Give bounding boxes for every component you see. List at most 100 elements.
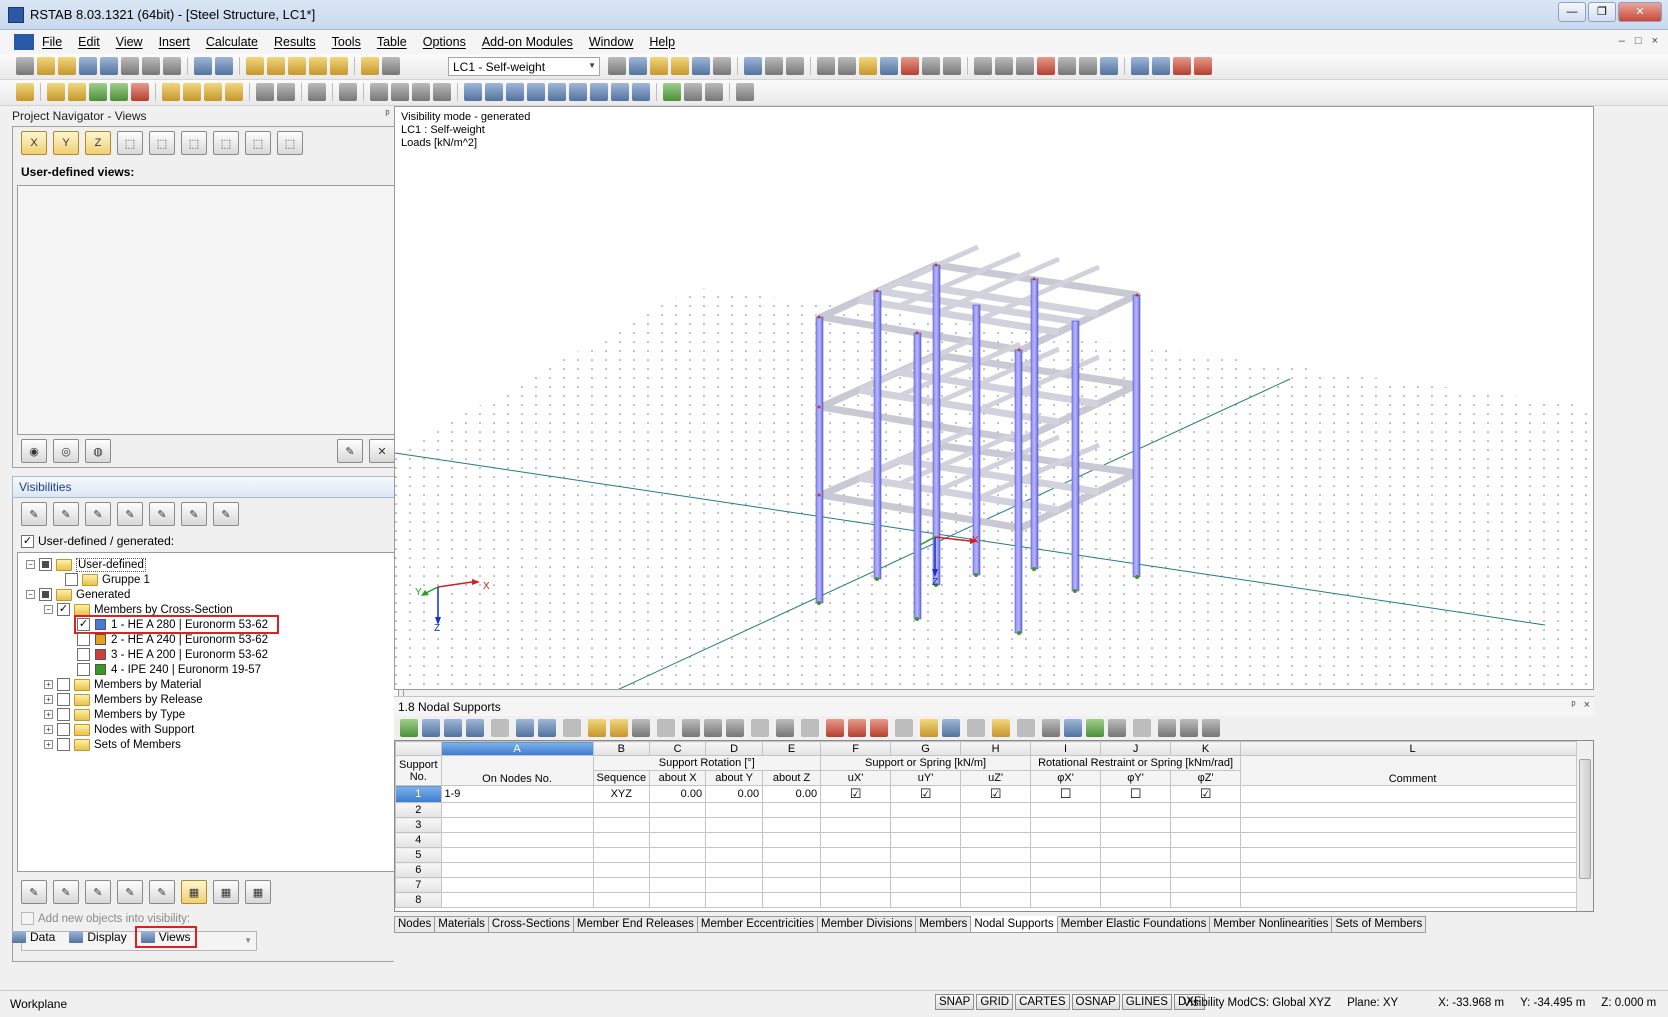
visibility-action-4-icon[interactable]: ✎: [117, 880, 143, 904]
collapse-icon[interactable]: −: [26, 590, 35, 599]
row-number[interactable]: 2: [396, 803, 442, 818]
table-split-icon[interactable]: [870, 719, 888, 737]
table-cell[interactable]: [891, 878, 961, 893]
tree-checkbox[interactable]: ✓: [57, 603, 70, 616]
visibility-action-5-icon[interactable]: ✎: [149, 880, 175, 904]
tree-checkbox[interactable]: [57, 678, 70, 691]
view-iso-3-icon[interactable]: ⬚: [181, 131, 207, 155]
expand-icon[interactable]: +: [44, 725, 53, 734]
table-refresh-icon[interactable]: [632, 719, 650, 737]
table-cell[interactable]: [821, 803, 891, 818]
sheet-tab-nodes[interactable]: Nodes: [394, 916, 435, 933]
table-insert-row-icon[interactable]: [422, 719, 440, 737]
document-icon[interactable]: [14, 34, 34, 50]
table-cell[interactable]: [1241, 893, 1585, 908]
table-cell[interactable]: [763, 848, 821, 863]
menu-tools[interactable]: Tools: [332, 35, 361, 49]
table-cell[interactable]: [650, 863, 706, 878]
sheet-tab-member-elastic-foundations[interactable]: Member Elastic Foundations: [1058, 916, 1211, 933]
measure-icon[interactable]: [974, 57, 992, 75]
member-load-icon[interactable]: [183, 83, 201, 101]
calculate-icon[interactable]: [267, 57, 285, 75]
table-cell[interactable]: [1241, 863, 1585, 878]
table-cell[interactable]: [763, 863, 821, 878]
tree-checkbox[interactable]: [65, 573, 78, 586]
comment-icon[interactable]: [277, 83, 295, 101]
wireframe-icon[interactable]: [922, 57, 940, 75]
results-icon[interactable]: [288, 57, 306, 75]
table-cell[interactable]: [1031, 803, 1101, 818]
result-table-icon[interactable]: [705, 83, 723, 101]
table-cell[interactable]: [706, 863, 763, 878]
view-y-icon[interactable]: [391, 83, 409, 101]
new-cross-section-icon[interactable]: [68, 83, 86, 101]
edit-view-icon[interactable]: ✎: [337, 439, 363, 463]
support-py-icon[interactable]: [611, 83, 629, 101]
coordinate-system-icon[interactable]: [339, 83, 357, 101]
new-node-icon[interactable]: [16, 83, 34, 101]
node-load-icon[interactable]: [162, 83, 180, 101]
open-example-icon[interactable]: [58, 57, 76, 75]
table-cell[interactable]: [1241, 803, 1585, 818]
guideline-icon[interactable]: [308, 83, 326, 101]
save-view-icon[interactable]: ◍: [85, 439, 111, 463]
moment-mz-icon[interactable]: [590, 83, 608, 101]
cell-uy-checkbox[interactable]: ☑: [891, 786, 961, 803]
table-cell[interactable]: [961, 863, 1031, 878]
table-cell[interactable]: [650, 893, 706, 908]
save-all-icon[interactable]: [79, 57, 97, 75]
menu-results[interactable]: Results: [274, 35, 316, 49]
table-cell[interactable]: [891, 833, 961, 848]
table-cell[interactable]: [441, 893, 593, 908]
table-cell[interactable]: [650, 848, 706, 863]
sheet-tab-materials[interactable]: Materials: [435, 916, 489, 933]
tree-item-members-by-material[interactable]: + Members by Material: [18, 677, 398, 692]
table-cell[interactable]: [706, 848, 763, 863]
table-cell[interactable]: [961, 893, 1031, 908]
rotate-icon[interactable]: [995, 57, 1013, 75]
table-cell[interactable]: [441, 848, 593, 863]
pin-icon[interactable]: ᵖ: [385, 108, 389, 120]
menu-help[interactable]: Help: [649, 35, 675, 49]
grid-button[interactable]: GRID: [976, 994, 1013, 1010]
moment-my-icon[interactable]: [569, 83, 587, 101]
table-cell[interactable]: [650, 878, 706, 893]
visibility-tool-3-icon[interactable]: ✎: [85, 502, 111, 526]
section-icon[interactable]: [765, 57, 783, 75]
view-icon[interactable]: [880, 57, 898, 75]
table-cell[interactable]: [1171, 848, 1241, 863]
col-letter-b[interactable]: B: [593, 742, 650, 756]
minimize-button[interactable]: —: [1558, 2, 1586, 22]
table-excel-icon[interactable]: [1086, 719, 1104, 737]
cell-phiy-checkbox[interactable]: ☐: [1101, 786, 1171, 803]
new-view-icon[interactable]: ◉: [21, 439, 47, 463]
camera-icon[interactable]: [1058, 57, 1076, 75]
table-cell[interactable]: [1101, 803, 1171, 818]
menu-options[interactable]: Options: [423, 35, 466, 49]
table-cell[interactable]: [1031, 833, 1101, 848]
print-preview-icon[interactable]: [142, 57, 160, 75]
table-cell[interactable]: [706, 878, 763, 893]
table-cell[interactable]: [961, 833, 1031, 848]
col-letter-k[interactable]: K: [1171, 742, 1241, 756]
grid-icon[interactable]: [817, 57, 835, 75]
table-calc-icon[interactable]: [1108, 719, 1126, 737]
tree-item-members-by-type[interactable]: + Members by Type: [18, 707, 398, 722]
table-cell[interactable]: [650, 803, 706, 818]
open-file-icon[interactable]: [37, 57, 55, 75]
report-icon[interactable]: [163, 57, 181, 75]
new-member-icon[interactable]: [47, 83, 65, 101]
navigator-toggle-icon[interactable]: [361, 57, 379, 75]
menu-file[interactable]: File: [42, 35, 62, 49]
table-fill-icon[interactable]: [726, 719, 744, 737]
tree-checkbox[interactable]: [39, 558, 52, 571]
loadcase-select[interactable]: LC1 - Self-weight ▼: [448, 57, 600, 76]
close-button[interactable]: ✕: [1618, 2, 1662, 22]
visibility-tool-6-icon[interactable]: ✎: [181, 502, 207, 526]
table-cell[interactable]: [891, 893, 961, 908]
table-cell[interactable]: [1101, 833, 1171, 848]
user-defined-views-list[interactable]: [17, 185, 399, 435]
pin-icon[interactable]: ᵖ: [1571, 699, 1575, 711]
table-toggle-icon[interactable]: [382, 57, 400, 75]
force-n-icon[interactable]: [485, 83, 503, 101]
